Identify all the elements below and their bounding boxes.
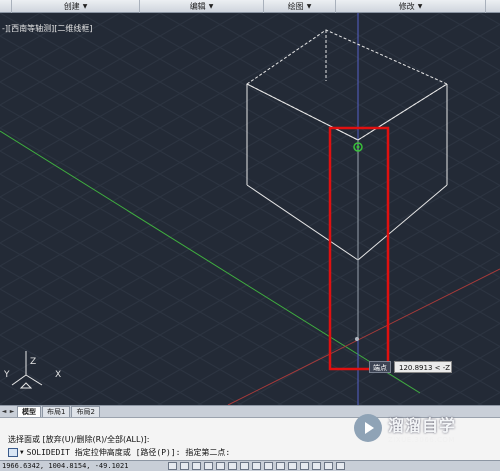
ribbon-panel-modify-label: 修改 — [398, 2, 415, 11]
quick-properties-toggle-icon[interactable] — [288, 462, 297, 470]
ucs-z-label: Z — [30, 357, 37, 367]
dyn-toggle-icon[interactable] — [264, 462, 273, 470]
tab-prev-icon[interactable]: ◄ — [0, 407, 8, 417]
chevron-down-icon[interactable]: ▼ — [20, 449, 24, 456]
ucs-x-label: X — [55, 370, 62, 380]
osnap-toggle-icon[interactable] — [216, 462, 225, 470]
tab-next-icon[interactable]: ► — [8, 407, 16, 417]
ribbon-panel-draw[interactable]: 绘图 ▼ — [264, 0, 336, 13]
coordinate-readout: 1966.6342, 1004.8154, -49.1021 — [2, 462, 129, 470]
quick-view-toggle-icon[interactable] — [324, 462, 333, 470]
ribbon-panel-edit[interactable]: 编辑 ▼ — [140, 0, 264, 13]
model-space-toggle-icon[interactable] — [312, 462, 321, 470]
tab-layout2[interactable]: 布局2 — [71, 406, 100, 417]
grid-toggle-icon[interactable] — [180, 462, 189, 470]
osnap-tooltip: 端点 120.8913 < -Z — [369, 361, 452, 373]
command-prompt-text: SOLIDEDIT 指定拉伸高度或 [路径(P)]: 指定第二点: — [26, 447, 231, 457]
3d-osnap-toggle-icon[interactable] — [228, 462, 237, 470]
chevron-down-icon: ▼ — [306, 3, 312, 10]
otrack-toggle-icon[interactable] — [240, 462, 249, 470]
play-logo-icon — [354, 414, 382, 442]
tab-layout1[interactable]: 布局1 — [42, 406, 71, 417]
selection-cycling-toggle-icon[interactable] — [300, 462, 309, 470]
lineweight-toggle-icon[interactable] — [276, 462, 285, 470]
command-prompt-line[interactable]: ▼ SOLIDEDIT 指定拉伸高度或 [路径(P)]: 指定第二点: — [8, 446, 348, 458]
isometric-grid — [0, 13, 500, 405]
ribbon-panel-draw-label: 绘图 — [287, 2, 304, 11]
endpoint-marker-icon — [355, 337, 359, 341]
chevron-down-icon: ▼ — [208, 3, 214, 10]
ucs-y-label: Y — [4, 370, 10, 380]
ribbon-panel-create[interactable]: 创建 ▼ — [12, 0, 140, 13]
viewport-controls-label[interactable]: -][西南等轴测][二维线框] — [2, 23, 93, 34]
ribbon-panel-edit-label: 编辑 — [189, 2, 206, 11]
ribbon-panel-modify[interactable]: 修改 ▼ — [336, 0, 486, 13]
status-bar: 1966.6342, 1004.8154, -49.1021 — [0, 460, 500, 471]
ortho-toggle-icon[interactable] — [192, 462, 201, 470]
dynamic-input-field[interactable]: 120.8913 < -Z — [394, 361, 452, 373]
ribbon-left-edge — [0, 0, 12, 13]
ducs-toggle-icon[interactable] — [252, 462, 261, 470]
command-history-line: 选择面或 [放弃(U)/删除(R)/全部(ALL)]: — [8, 435, 150, 444]
tab-model[interactable]: 模型 — [17, 406, 41, 417]
watermark-text: 溜溜自学 ZIXUE.3066.COM — [388, 412, 456, 444]
osnap-tooltip-label: 端点 — [369, 361, 391, 373]
polar-toggle-icon[interactable] — [204, 462, 213, 470]
chevron-down-icon: ▼ — [82, 3, 88, 10]
pan-toggle-icon[interactable] — [336, 462, 345, 470]
viewport-canvas[interactable] — [0, 13, 500, 405]
chevron-down-icon: ▼ — [417, 3, 423, 10]
command-window-icon[interactable] — [8, 447, 18, 457]
ribbon-panel-bar: 创建 ▼ 编辑 ▼ 绘图 ▼ 修改 ▼ — [0, 0, 500, 13]
snap-toggle-icon[interactable] — [168, 462, 177, 470]
grip-marker-center — [356, 145, 360, 149]
watermark-title: 溜溜自学 — [388, 416, 457, 435]
ribbon-panel-create-label: 创建 — [63, 2, 80, 11]
drawing-viewport[interactable]: -][西南等轴测][二维线框] Z X Y 端点 120.8913 < -Z — [0, 13, 500, 405]
watermark: 溜溜自学 ZIXUE.3066.COM — [354, 410, 472, 446]
watermark-subtitle: ZIXUE.3066.COM — [388, 436, 455, 444]
